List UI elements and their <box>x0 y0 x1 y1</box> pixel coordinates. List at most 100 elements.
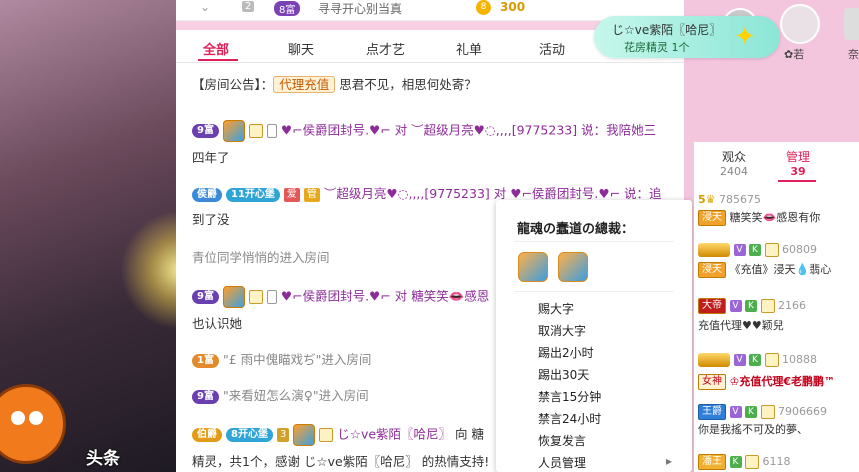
wealth-badge: 9富 <box>192 290 219 304</box>
tab-all[interactable]: 全部 <box>203 39 229 58</box>
badge-icon[interactable] <box>518 252 548 282</box>
k-icon: K <box>749 354 761 366</box>
enter-message: 9富 "来看妞怎么演♀"进入房间 <box>192 386 369 406</box>
badge-icon[interactable] <box>558 252 588 282</box>
list-item[interactable]: 大帝 V K 2166 <box>698 298 806 314</box>
user-name: 奈 <box>848 48 859 61</box>
wealth-badge: 9富 <box>192 389 219 404</box>
user-avatar[interactable] <box>222 120 245 142</box>
message-text: "来看妞怎么演♀"进入房间 <box>222 388 369 403</box>
user-id: 6118 <box>762 455 791 468</box>
user-id: 10888 <box>782 353 817 366</box>
message-text[interactable]: ♥⌐侯爵团封号.♥⌐ 对 ︶超级月亮♥◌,,,,[9775233] 说：我陪她三 <box>281 123 656 138</box>
user-context-menu: 龍魂の蠢道の總裁： 赐大字 取消大字 踢出2小时 踢出30天 禁言15分钟 禁言… <box>496 200 692 472</box>
menu-item-mute-15m[interactable]: 禁言15分钟 <box>538 388 601 405</box>
user-id: 7906669 <box>778 405 827 418</box>
user-avatar[interactable] <box>844 8 859 40</box>
user-name: 《充值》浸天💧翡心 <box>729 263 832 276</box>
live-video[interactable]: 头条 <box>0 0 176 472</box>
k-icon: K <box>745 406 757 418</box>
chat-message: 9富 ♥⌐侯爵团封号.♥⌐ 对 ︶超级月亮♥◌,,,,[9775233] 说：我… <box>192 120 656 142</box>
list-item[interactable]: 女神 ♔充值代理€老鹏鹏™ <box>698 374 835 390</box>
gift-message: 伯爵 8开心堡 3 じ☆ve紫陌〖哈尼〗 向 糖 <box>192 424 484 446</box>
list-item[interactable]: 充值代理♥♥颖兒 <box>698 318 784 334</box>
audience-panel: 观众 2404 管理 39 5♛ 785675 浸天 糖笑笑👄感恩有你 V K 60… <box>694 142 859 472</box>
tab-activity[interactable]: 活动 <box>539 39 565 58</box>
menu-item-grant-big-font[interactable]: 赐大字 <box>538 300 574 317</box>
menu-title: 龍魂の蠢道の總裁： <box>517 222 635 237</box>
message-text: "£ 雨中傀瞄戏ぢ"进入房间 <box>222 352 372 367</box>
user-name: 你是我搖不可及的夢、 <box>698 423 808 436</box>
list-item[interactable]: 浸天 糖笑笑👄感恩有你 <box>698 210 820 226</box>
agent-recharge-tag[interactable]: 代理充值 <box>273 76 336 93</box>
menu-item-unmute[interactable]: 恢复发言 <box>538 432 586 449</box>
wealth-badge: 1富 <box>192 353 219 368</box>
rank-tag: 王爵 <box>698 404 726 420</box>
medal-icon <box>319 428 334 442</box>
rank-number: 2 <box>242 1 255 12</box>
rank-badge: 伯爵 <box>192 428 222 442</box>
mascot-icon <box>0 384 66 464</box>
heart-badge: 8开心堡 <box>225 428 273 442</box>
chat-message-cont: 四年了 <box>192 150 230 165</box>
rank-tag: 女神 <box>698 374 726 390</box>
coin-value: 300 <box>500 0 526 14</box>
gift-description: 花房精灵 1个 <box>624 41 690 54</box>
message-username[interactable]: 糖笑笑 <box>411 289 449 304</box>
enter-message: 1富 "£ 雨中傀瞄戏ぢ"进入房间 <box>192 350 371 370</box>
medal-icon <box>760 405 775 419</box>
user-avatar[interactable] <box>293 424 316 446</box>
list-item[interactable]: 潘王 K 6118 <box>698 454 791 470</box>
tab-indicator <box>778 180 816 182</box>
message-text: 感恩 <box>464 288 490 304</box>
tab-managers[interactable]: 管理 39 <box>778 148 818 178</box>
tab-indicator <box>198 59 238 61</box>
crown-icon: ♛ <box>705 193 716 206</box>
heart-badge: 11开心堡 <box>225 187 280 202</box>
rank-tag: 潘王 <box>698 454 726 470</box>
rank-badge: 侯爵 <box>192 187 222 202</box>
medal-icon <box>248 124 263 138</box>
tab-gift-list[interactable]: 礼单 <box>456 39 482 58</box>
menu-item-mute-24h[interactable]: 禁言24小时 <box>538 410 601 427</box>
menu-item-kick-2h[interactable]: 踢出2小时 <box>538 344 594 361</box>
menu-item-cancel-big-font[interactable]: 取消大字 <box>538 322 586 339</box>
gift-message-cont: 精灵，共1个，感谢 じ☆ve紫陌〖哈尼〗 的热情支持! <box>192 454 490 469</box>
medal-icon <box>760 299 775 313</box>
user-avatar[interactable] <box>780 4 820 44</box>
chat-message-cont: 也认识她 <box>192 316 243 331</box>
rank-tag: 大帝 <box>698 298 726 314</box>
medal-icon <box>764 243 779 257</box>
list-item[interactable]: V K 60809 <box>698 242 817 258</box>
user-avatar[interactable] <box>222 286 245 308</box>
phone-icon <box>266 124 277 138</box>
lips-icon: 👄 <box>448 288 465 304</box>
list-item[interactable]: 你是我搖不可及的夢、 <box>698 422 808 438</box>
gift-sender: じ☆ve紫陌〖哈尼〗 <box>612 23 722 37</box>
message-text[interactable]: ♥⌐侯爵团封号.♥⌐ 对 <box>281 289 411 304</box>
gift-notification[interactable]: じ☆ve紫陌〖哈尼〗 花房精灵 1个 ✦ <box>594 16 780 58</box>
headline-label: 头条 <box>86 449 120 469</box>
list-item[interactable]: 王爵 V K 7906669 <box>698 404 827 420</box>
room-name: 寻寻开心别当真 <box>318 2 403 16</box>
tab-talent[interactable]: 点才艺 <box>366 39 405 58</box>
menu-item-member-manage[interactable]: 人员管理 <box>538 454 672 471</box>
menu-item-kick-30d[interactable]: 踢出30天 <box>538 366 589 383</box>
viewer-count: 2404 <box>720 165 748 178</box>
tab-chat[interactable]: 聊天 <box>288 39 314 58</box>
level-number: 5 <box>698 193 706 206</box>
list-item[interactable]: V K 10888 <box>698 352 817 368</box>
list-item[interactable]: 浸天 《充值》浸天💧翡心 <box>698 262 831 278</box>
message-username[interactable]: じ☆ve紫陌〖哈尼〗 <box>337 427 451 442</box>
user-name: 糖笑笑 <box>729 211 763 224</box>
room-notice: 【房间公告】： 代理充值 思君不见，相思何处寄？ <box>192 76 477 93</box>
chevron-down-icon[interactable]: ⌄ <box>200 0 210 14</box>
chat-message: 9富 ♥⌐侯爵团封号.♥⌐ 对 糖笑笑👄感恩 <box>192 286 489 308</box>
list-item[interactable]: 5♛ 785675 <box>698 192 761 208</box>
user-name: ♔充值代理€老鹏鹏™ <box>729 375 836 388</box>
message-text[interactable]: ︶超级月亮♥◌,,,,[9775233] 对 ♥⌐侯爵团封号.♥⌐ 说：追 <box>324 186 662 201</box>
coin-icon: 8 <box>476 0 491 15</box>
lips-icon: 👄 <box>762 211 777 224</box>
tab-viewers[interactable]: 观众 2404 <box>714 148 754 178</box>
v-icon: V <box>729 406 742 418</box>
